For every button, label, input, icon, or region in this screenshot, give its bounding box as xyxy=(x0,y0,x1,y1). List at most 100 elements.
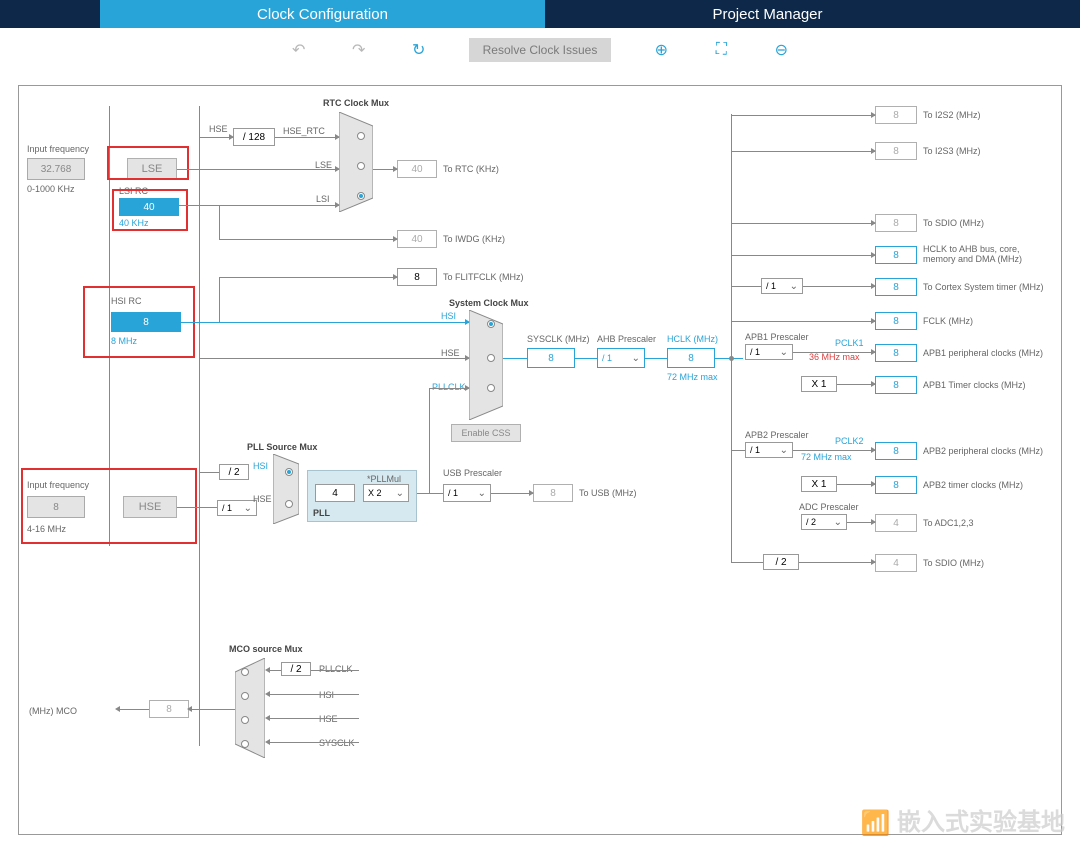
fclk-label: FCLK (MHz) xyxy=(923,316,973,326)
pllmul-select[interactable]: X 2 xyxy=(363,484,409,502)
fclk-value: 8 xyxy=(875,312,917,330)
mco-value: 8 xyxy=(149,700,189,718)
mco-pllclk[interactable] xyxy=(241,668,249,676)
hse-signal-mid: HSE xyxy=(441,348,460,358)
usb-prescaler-select[interactable]: / 1 xyxy=(443,484,491,502)
rtc-mux-lsi[interactable] xyxy=(357,192,365,200)
sysclk-mux-label: System Clock Mux xyxy=(449,298,529,308)
pllclk-signal: PLLCLK xyxy=(432,382,466,392)
hsi-signal: HSI xyxy=(441,311,456,321)
mco-hse[interactable] xyxy=(241,716,249,724)
fit-icon[interactable]: ⛶ xyxy=(711,41,731,59)
pll-label: PLL xyxy=(313,508,330,518)
to-iwdg-label: To IWDG (KHz) xyxy=(443,234,505,244)
rtc-mux-lse[interactable] xyxy=(357,162,365,170)
cortex-value: 8 xyxy=(875,278,917,296)
to-cortex: To Cortex System timer (MHz) xyxy=(923,282,1044,292)
adc-pre-label: ADC Prescaler xyxy=(799,502,859,512)
mco-hsi-lbl: HSI xyxy=(319,690,334,700)
apb2-prescaler-select[interactable]: / 1 xyxy=(745,442,793,458)
sysclk-mux-hsi[interactable] xyxy=(487,320,495,328)
mco-pllclk-lbl: PLLCLK xyxy=(319,664,353,674)
to-adc: To ADC1,2,3 xyxy=(923,518,974,528)
tab-clock-config[interactable]: Clock Configuration xyxy=(100,0,545,28)
pll-src-label: PLL Source Mux xyxy=(247,442,317,452)
zoom-out-icon[interactable]: ⊖ xyxy=(771,40,791,60)
tab-project-manager[interactable]: Project Manager xyxy=(545,0,990,28)
pclk1-max: 36 MHz max xyxy=(809,352,860,362)
apb1-periph-value: 8 xyxy=(875,344,917,362)
ahb-bus-value: 8 xyxy=(875,246,917,264)
lse-input-value[interactable]: 32.768 xyxy=(27,158,85,180)
pclk2-max: 72 MHz max xyxy=(801,452,852,462)
apb2-pre-label: APB2 Prescaler xyxy=(745,430,809,440)
refresh-icon[interactable]: ↻ xyxy=(409,40,429,60)
hclk-value[interactable]: 8 xyxy=(667,348,715,368)
hse-label-top: HSE xyxy=(209,124,228,134)
i2s3-value: 8 xyxy=(875,142,917,160)
resolve-clock-button[interactable]: Resolve Clock Issues xyxy=(469,38,612,62)
sysclk-mux-pllclk[interactable] xyxy=(487,384,495,392)
apb1-prescaler-select[interactable]: / 1 xyxy=(745,344,793,360)
sdio2-value: 4 xyxy=(875,554,917,572)
adc-value: 4 xyxy=(875,514,917,532)
sdio-div2: / 2 xyxy=(763,554,799,570)
apb2-periph-value: 8 xyxy=(875,442,917,460)
to-i2s2: To I2S2 (MHz) xyxy=(923,110,981,120)
zoom-in-icon[interactable]: ⊕ xyxy=(651,40,671,60)
apb1-pre-label: APB1 Prescaler xyxy=(745,332,809,342)
to-usb-label: To USB (MHz) xyxy=(579,488,637,498)
usb-pre-label: USB Prescaler xyxy=(443,468,502,478)
apb2-timer: APB2 timer clocks (MHz) xyxy=(923,480,1023,490)
mco-sysclk[interactable] xyxy=(241,740,249,748)
ahb-prescaler-select[interactable]: / 1 xyxy=(597,348,645,368)
hse-div-select[interactable]: / 1 xyxy=(217,500,257,516)
pll-input-val: 4 xyxy=(315,484,355,502)
cortex-div-select[interactable]: / 1 xyxy=(761,278,803,294)
i2s2-value: 8 xyxy=(875,106,917,124)
rtc-mux-label: RTC Clock Mux xyxy=(323,98,389,108)
to-i2s3: To I2S3 (MHz) xyxy=(923,146,981,156)
hclk-label: HCLK (MHz) xyxy=(667,334,718,344)
apb1-timer-value: 8 xyxy=(875,376,917,394)
pll-hse-label: HSE xyxy=(253,494,272,504)
apb2-timer-mul: X 1 xyxy=(801,476,837,492)
lse-input-label: Input frequency xyxy=(27,144,89,154)
to-rtc-label: To RTC (KHz) xyxy=(443,164,499,174)
sysclk-mux-hse[interactable] xyxy=(487,354,495,362)
apb1-periph: APB1 peripheral clocks (MHz) xyxy=(923,348,1043,358)
pclk1-label: PCLK1 xyxy=(835,338,864,348)
pllmul-label: *PLLMul xyxy=(367,474,401,484)
highlight-hse xyxy=(21,468,197,544)
enable-css-button[interactable]: Enable CSS xyxy=(451,424,521,442)
mco-hsi[interactable] xyxy=(241,692,249,700)
sysclk-value[interactable]: 8 xyxy=(527,348,575,368)
hse-rtc-label: HSE_RTC xyxy=(283,126,325,136)
hclk-max: 72 MHz max xyxy=(667,372,718,382)
mhz-mco: (MHz) MCO xyxy=(29,706,77,716)
rtc-output: 40 xyxy=(397,160,437,178)
undo-icon[interactable]: ↶ xyxy=(289,40,309,60)
hsi-div2: / 2 xyxy=(219,464,249,480)
to-flitfclk-label: To FLITFCLK (MHz) xyxy=(443,272,524,282)
hclk-ahb-label: HCLK to AHB bus, core, memory and DMA (M… xyxy=(923,244,1053,264)
iwdg-output: 40 xyxy=(397,230,437,248)
rtc-mux-hse[interactable] xyxy=(357,132,365,140)
lse-range: 0-1000 KHz xyxy=(27,184,75,194)
highlight-hsi xyxy=(83,286,195,358)
adc-prescaler-select[interactable]: / 2 xyxy=(801,514,847,530)
pll-src-hsi[interactable] xyxy=(285,468,293,476)
to-sdio: To SDIO (MHz) xyxy=(923,218,984,228)
apb1-timer: APB1 Timer clocks (MHz) xyxy=(923,380,1026,390)
mco-hse-lbl: HSE xyxy=(319,714,338,724)
mco-div2: / 2 xyxy=(281,662,311,676)
apb2-periph: APB2 peripheral clocks (MHz) xyxy=(923,446,1043,456)
highlight-lse xyxy=(107,146,189,180)
highlight-lsi xyxy=(112,189,188,231)
usb-value: 8 xyxy=(533,484,573,502)
pll-src-hse[interactable] xyxy=(285,500,293,508)
lsi-signal: LSI xyxy=(316,194,330,204)
redo-icon[interactable]: ↷ xyxy=(349,40,369,60)
flitfclk-value: 8 xyxy=(397,268,437,286)
div-128: / 128 xyxy=(233,128,275,146)
